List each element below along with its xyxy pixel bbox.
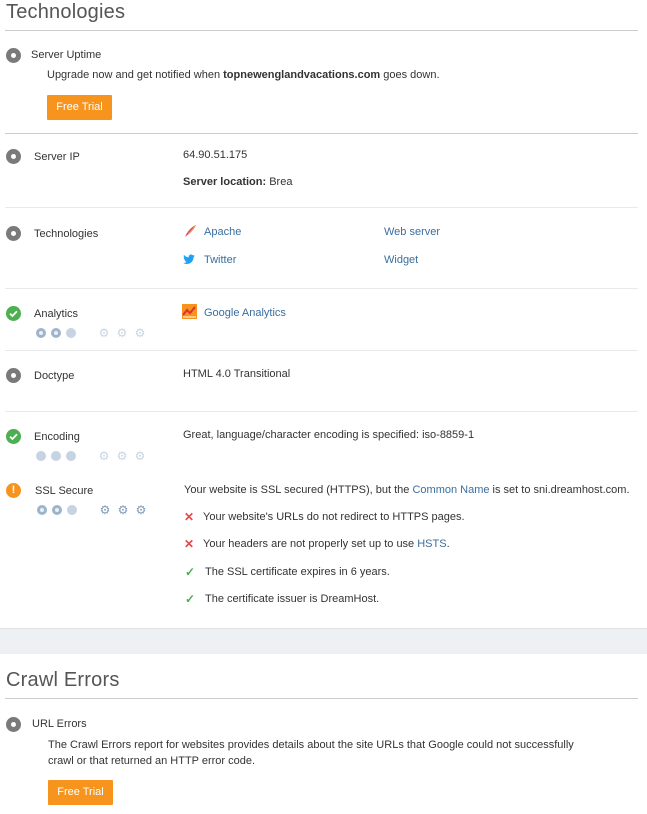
hsts-link[interactable]: HSTS bbox=[417, 538, 446, 550]
server-location: Server location: Brea bbox=[183, 176, 292, 188]
eye-icon bbox=[6, 226, 21, 241]
feather-icon bbox=[185, 225, 196, 237]
rating-circle-icon bbox=[67, 505, 77, 515]
hsts-text-before: Your headers are not properly set up to … bbox=[203, 538, 418, 550]
rating-circle-icon bbox=[37, 505, 47, 515]
eye-icon bbox=[6, 149, 21, 164]
encoding-rating: ⚙ ⚙ ⚙ bbox=[36, 450, 152, 462]
uptime-domain: topnewenglandvacations.com bbox=[223, 69, 381, 81]
gear-icon: ⚙ bbox=[98, 449, 110, 463]
rating-circle-icon bbox=[51, 451, 61, 461]
ssl-summary-after: is set to sni.dreamhost.com. bbox=[489, 484, 630, 496]
encoding-value: Great, language/character encoding is sp… bbox=[183, 429, 475, 441]
warning-icon: ! bbox=[6, 483, 21, 498]
section-divider bbox=[5, 698, 638, 699]
divider bbox=[5, 207, 638, 208]
ssl-check-redirect: Your website's URLs do not redirect to H… bbox=[203, 511, 465, 523]
uptime-description: Upgrade now and get notified when topnew… bbox=[47, 69, 440, 81]
rating-circle-icon bbox=[52, 505, 62, 515]
common-name-link[interactable]: Common Name bbox=[412, 484, 489, 496]
ssl-check-expiry: The SSL certificate expires in 6 years. bbox=[205, 566, 390, 578]
uptime-text-before: Upgrade now and get notified when bbox=[47, 69, 224, 81]
cross-icon: ✕ bbox=[184, 510, 195, 524]
server-ip-value: 64.90.51.175 bbox=[183, 149, 248, 161]
url-errors-label: URL Errors bbox=[32, 718, 87, 730]
gear-icon: ⚙ bbox=[134, 326, 146, 340]
twitter-bird-icon bbox=[183, 254, 195, 264]
uptime-free-trial-button[interactable]: Free Trial bbox=[47, 95, 112, 120]
section-title-crawl-errors: Crawl Errors bbox=[6, 669, 120, 691]
check-circle-icon bbox=[6, 429, 21, 444]
server-ip-label: Server IP bbox=[34, 151, 80, 163]
gear-icon: ⚙ bbox=[99, 503, 111, 517]
doctype-label: Doctype bbox=[34, 370, 75, 382]
gear-icon: ⚙ bbox=[116, 449, 128, 463]
section-title-technologies: Technologies bbox=[6, 1, 126, 23]
section-divider bbox=[5, 30, 638, 31]
doctype-value: HTML 4.0 Transitional bbox=[183, 368, 291, 380]
gear-icon: ⚙ bbox=[98, 326, 110, 340]
gear-icon: ⚙ bbox=[134, 449, 146, 463]
eye-icon bbox=[6, 48, 21, 63]
checkmark-icon bbox=[9, 433, 18, 441]
server-location-value: Brea bbox=[269, 176, 293, 188]
technologies-label: Technologies bbox=[34, 228, 99, 240]
cross-icon: ✕ bbox=[184, 537, 195, 551]
rating-circle-icon bbox=[66, 451, 76, 461]
checkmark-icon: ✓ bbox=[185, 592, 196, 606]
divider bbox=[5, 133, 638, 134]
divider bbox=[5, 411, 638, 412]
url-errors-description-line2: crawl or that returned an HTTP error cod… bbox=[48, 755, 256, 767]
url-errors-description-line1: The Crawl Errors report for websites pro… bbox=[48, 739, 574, 751]
check-circle-icon bbox=[6, 306, 21, 321]
divider bbox=[5, 350, 638, 351]
divider bbox=[5, 288, 638, 289]
checkmark-icon: ✓ bbox=[185, 565, 196, 579]
uptime-label: Server Uptime bbox=[31, 49, 102, 61]
tech-category-widget[interactable]: Widget bbox=[384, 254, 418, 266]
ssl-summary-before: Your website is SSL secured (HTTPS), but… bbox=[184, 484, 413, 496]
analytics-tool-link[interactable]: Google Analytics bbox=[204, 307, 286, 319]
rating-circle-icon bbox=[51, 328, 61, 338]
encoding-label: Encoding bbox=[34, 431, 80, 443]
tech-category-web-server[interactable]: Web server bbox=[384, 226, 440, 238]
tech-link-twitter[interactable]: Twitter bbox=[204, 254, 236, 266]
rating-circle-icon bbox=[36, 451, 46, 461]
ssl-check-issuer: The certificate issuer is DreamHost. bbox=[205, 593, 380, 605]
analytics-rating: ⚙ ⚙ ⚙ bbox=[36, 327, 152, 339]
server-location-label: Server location: bbox=[183, 176, 267, 188]
checkmark-icon bbox=[9, 310, 18, 318]
gear-icon: ⚙ bbox=[117, 503, 129, 517]
section-separator bbox=[0, 628, 647, 654]
ssl-check-hsts: Your headers are not properly set up to … bbox=[203, 538, 450, 550]
ssl-rating: ⚙ ⚙ ⚙ bbox=[37, 504, 153, 516]
ssl-label: SSL Secure bbox=[35, 485, 94, 497]
eye-icon bbox=[6, 717, 21, 732]
gear-icon: ⚙ bbox=[135, 503, 147, 517]
hsts-text-after: . bbox=[446, 538, 450, 550]
google-analytics-icon bbox=[182, 304, 197, 319]
uptime-text-after: goes down. bbox=[380, 69, 440, 81]
crawl-free-trial-button[interactable]: Free Trial bbox=[48, 780, 113, 805]
gear-icon: ⚙ bbox=[116, 326, 128, 340]
ssl-summary: Your website is SSL secured (HTTPS), but… bbox=[184, 484, 630, 496]
eye-icon bbox=[6, 368, 21, 383]
tech-link-apache[interactable]: Apache bbox=[204, 226, 241, 238]
rating-circle-icon bbox=[36, 328, 46, 338]
analytics-label: Analytics bbox=[34, 308, 79, 320]
rating-circle-icon bbox=[66, 328, 76, 338]
